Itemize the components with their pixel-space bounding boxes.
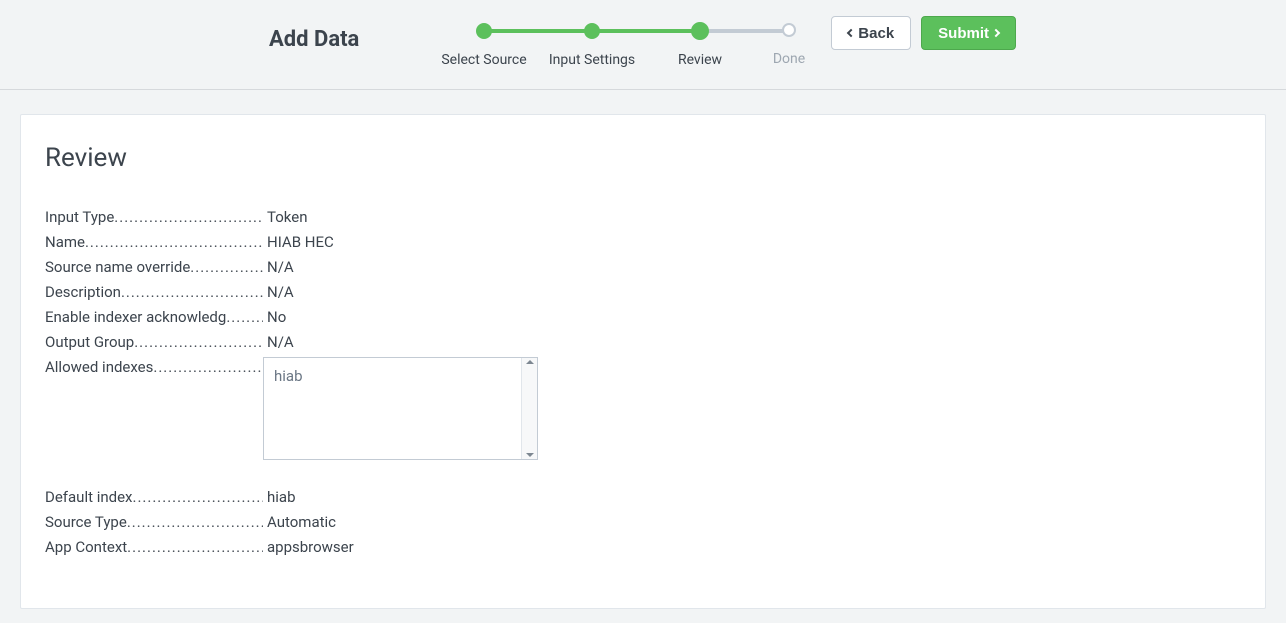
review-value: N/A [263,255,294,280]
review-value: Automatic [263,510,336,535]
step-label: Review [678,52,722,68]
wizard-header: Add Data Select Source Input Settings Re… [0,0,1286,90]
review-value: hiab [263,485,296,510]
back-button[interactable]: Back [831,16,911,50]
review-label: Name [45,230,263,255]
review-label: Description [45,280,263,305]
review-label: Input Type [45,205,263,230]
section-title: Review [45,143,1241,173]
review-label: Source name override [45,255,263,280]
step-dot-icon [584,23,600,39]
label-text: App Context [45,538,127,556]
review-row-default-index: Default index hiab [45,485,1241,510]
chevron-left-icon [847,29,855,37]
submit-button[interactable]: Submit [921,16,1016,50]
label-text: Output Group [45,333,134,351]
review-value: appsbrowser [263,535,354,560]
review-row-source-type: Source Type Automatic [45,510,1241,535]
step-dot-icon [476,23,492,39]
submit-button-label: Submit [938,25,989,42]
review-row-description: Description N/A [45,280,1241,305]
step-label: Select Source [441,52,526,68]
review-value: Token [263,205,307,230]
review-value: N/A [263,330,294,355]
step-connector [484,29,592,33]
wizard-actions: Back Submit [831,16,1016,50]
chevron-right-icon [992,29,1000,37]
spacer [45,460,1241,485]
label-text: Enable indexer acknowledg [45,308,226,326]
review-value: HIAB HEC [263,230,334,255]
step-label: Done [773,51,805,67]
label-text: Source Type [45,513,127,531]
review-label: App Context [45,535,263,560]
review-card: Review Input Type Token Name HIAB HEC So… [20,114,1266,609]
review-row-enable-indexer-ack: Enable indexer acknowledg No [45,305,1241,330]
review-label: Enable indexer acknowledg [45,305,263,330]
back-button-label: Back [858,25,894,42]
triangle-up-icon [526,360,534,364]
review-label: Default index [45,485,263,510]
step-connector [700,29,786,33]
step-label: Input Settings [549,52,635,68]
label-text: Source name override [45,258,190,276]
allowed-indexes-listbox[interactable]: hiab [263,357,538,460]
listbox-item[interactable]: hiab [274,367,303,385]
step-connector [592,29,700,33]
label-text: Default index [45,488,133,506]
review-value: No [263,305,286,330]
review-label: Source Type [45,510,263,535]
triangle-down-icon [526,453,534,457]
page-title: Add Data [269,27,359,52]
review-row-app-context: App Context appsbrowser [45,535,1241,560]
listbox-scrollbar[interactable] [521,358,537,459]
label-text: Name [45,233,85,251]
step-dot-icon [782,23,796,37]
stepper: Select Source Input Settings Review Done [430,22,824,68]
label-text: Input Type [45,208,114,226]
review-row-input-type: Input Type Token [45,205,1241,230]
review-value: N/A [263,280,294,305]
label-text: Allowed indexes [45,358,153,376]
review-row-name: Name HIAB HEC [45,230,1241,255]
review-label: Allowed indexes [45,355,263,380]
review-row-source-name-override: Source name override N/A [45,255,1241,280]
review-row-output-group: Output Group N/A [45,330,1241,355]
step-dot-icon [691,22,709,40]
review-label: Output Group [45,330,263,355]
review-row-allowed-indexes: Allowed indexes hiab [45,355,1241,460]
label-text: Description [45,283,121,301]
